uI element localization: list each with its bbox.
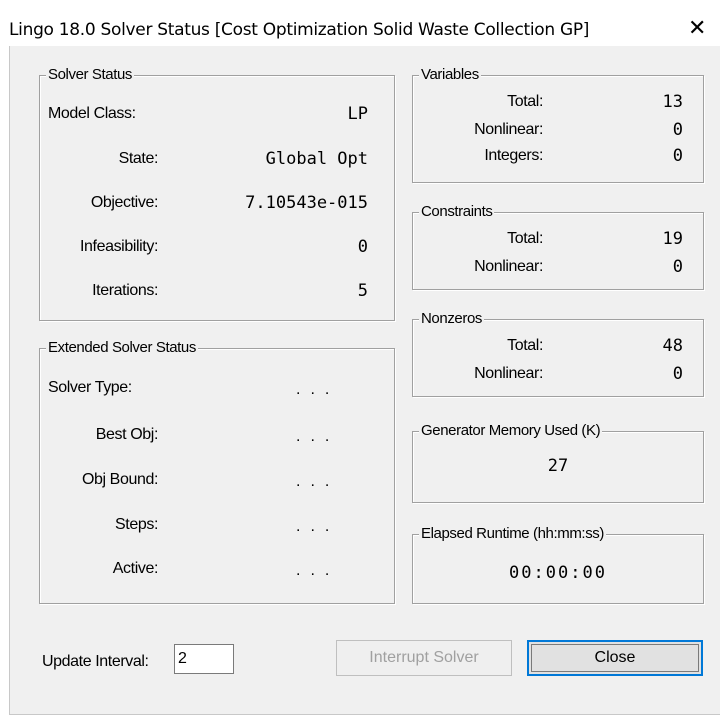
- variables-nonlinear-label: Nonlinear:: [474, 121, 543, 138]
- title-bar: Lingo 18.0 Solver Status [Cost Optimizat…: [0, 0, 720, 46]
- active-value: ...: [296, 562, 340, 579]
- steps-label: Steps:: [115, 516, 158, 533]
- constraints-group: Constraints Total: 19 Nonlinear: 0: [412, 202, 704, 290]
- model-class-label: Model Class:: [48, 105, 136, 122]
- extended-solver-status-group: Extended Solver Status Solver Type: ... …: [39, 338, 395, 604]
- variables-total-value: 13: [662, 92, 683, 112]
- objective-value: 7.10543e-015: [245, 193, 368, 213]
- nonzeros-nonlinear-value: 0: [672, 364, 683, 384]
- variables-integers-value: 0: [672, 146, 683, 166]
- interrupt-solver-button[interactable]: Interrupt Solver: [336, 640, 512, 676]
- elapsed-runtime-legend: Elapsed Runtime (hh:mm:ss): [419, 524, 606, 544]
- obj-bound-value: ...: [296, 473, 340, 490]
- solver-type-value: ...: [296, 381, 340, 398]
- variables-integers-label: Integers:: [484, 147, 543, 164]
- nonzeros-group: Nonzeros Total: 48 Nonlinear: 0: [412, 309, 704, 397]
- infeasibility-value: 0: [357, 237, 368, 257]
- state-value: Global Opt: [265, 149, 368, 169]
- constraints-nonlinear-label: Nonlinear:: [474, 258, 543, 275]
- elapsed-runtime-value: 00:00:00: [509, 563, 607, 583]
- window-title: Lingo 18.0 Solver Status [Cost Optimizat…: [9, 20, 590, 40]
- elapsed-runtime-group: Elapsed Runtime (hh:mm:ss) 00:00:00: [412, 524, 704, 604]
- steps-value: ...: [296, 518, 340, 535]
- update-interval-input[interactable]: 2: [174, 644, 234, 674]
- best-obj-label: Best Obj:: [95, 426, 159, 443]
- state-label: State:: [118, 150, 159, 167]
- solver-status-legend: Solver Status: [46, 65, 135, 85]
- update-interval-label: Update Interval:: [42, 653, 149, 670]
- nonzeros-legend: Nonzeros: [419, 309, 484, 329]
- constraints-legend: Constraints: [419, 202, 495, 222]
- dialog-body: Solver Status Model Class: LP State: Glo…: [9, 46, 720, 715]
- generator-memory-legend: Generator Memory Used (K): [419, 421, 603, 441]
- model-class-value: LP: [347, 104, 368, 124]
- extended-solver-status-legend: Extended Solver Status: [46, 338, 198, 358]
- generator-memory-value: 27: [547, 456, 569, 476]
- iterations-label: Iterations:: [92, 282, 158, 299]
- nonzeros-total-label: Total:: [507, 337, 543, 354]
- generator-memory-group: Generator Memory Used (K) 27: [412, 421, 704, 503]
- close-icon[interactable]: ✕: [688, 18, 706, 40]
- variables-group: Variables Total: 13 Nonlinear: 0 Integer…: [412, 65, 704, 183]
- variables-total-label: Total:: [507, 93, 543, 110]
- iterations-value: 5: [357, 281, 368, 301]
- nonzeros-nonlinear-label: Nonlinear:: [474, 365, 543, 382]
- nonzeros-total-value: 48: [662, 336, 683, 356]
- close-button[interactable]: Close: [527, 640, 703, 676]
- best-obj-value: ...: [296, 428, 340, 445]
- solver-status-group: Solver Status Model Class: LP State: Glo…: [39, 65, 395, 321]
- constraints-total-label: Total:: [507, 230, 543, 247]
- obj-bound-label: Obj Bound:: [81, 471, 158, 488]
- variables-legend: Variables: [419, 65, 481, 85]
- variables-nonlinear-value: 0: [672, 120, 683, 140]
- solver-type-label: Solver Type:: [48, 379, 132, 396]
- constraints-total-value: 19: [662, 229, 683, 249]
- constraints-nonlinear-value: 0: [672, 257, 683, 277]
- infeasibility-label: Infeasibility:: [80, 238, 158, 255]
- objective-label: Objective:: [90, 194, 159, 211]
- active-label: Active:: [112, 560, 159, 577]
